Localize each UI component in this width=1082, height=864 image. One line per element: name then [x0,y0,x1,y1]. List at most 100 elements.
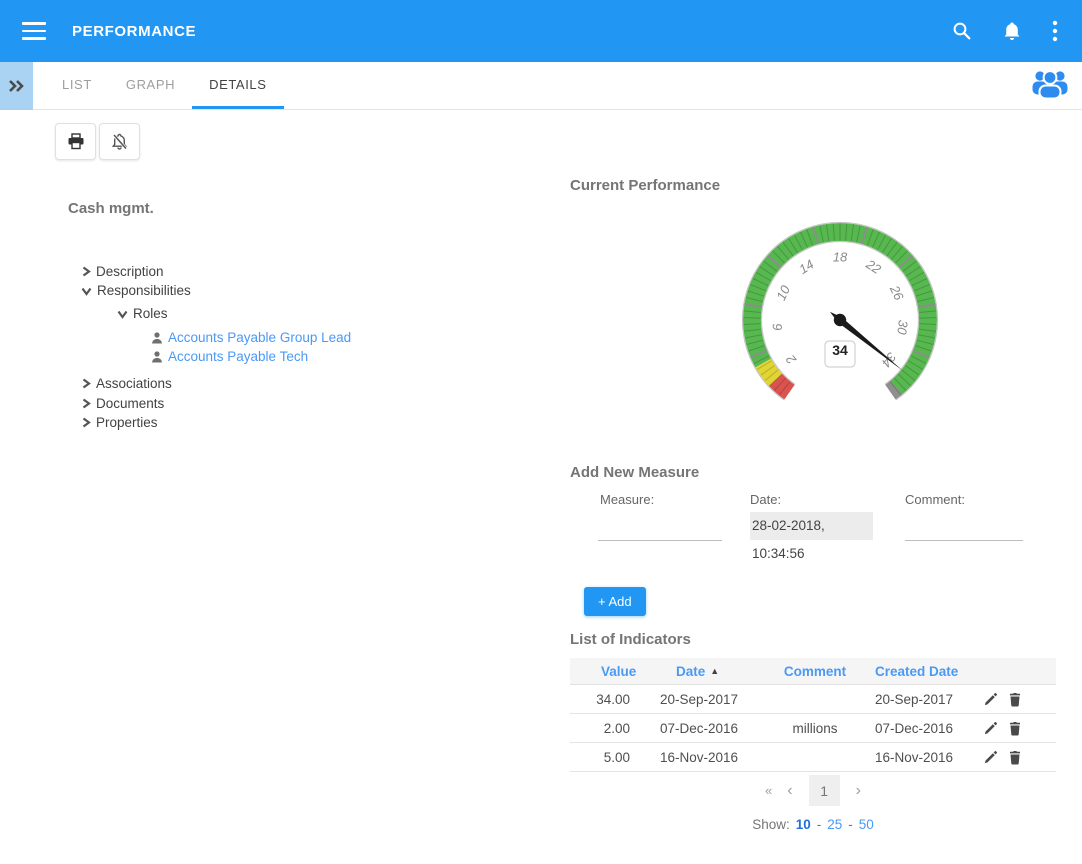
chevron-right-icon[interactable] [81,398,91,409]
edit-icon[interactable] [983,750,998,765]
group-users-button[interactable] [1030,68,1070,104]
performance-gauge: 261014182226303434 [712,206,968,428]
role-link[interactable]: Accounts Payable Tech [168,349,308,364]
print-button[interactable] [55,123,96,160]
page-number[interactable]: 1 [809,775,840,806]
tree-item-role-link[interactable]: Accounts Payable Group Lead [151,328,421,347]
svg-text:34: 34 [832,342,848,358]
table-header: Value Date ▲ Comment Created Date [570,658,1056,685]
page-size-selector: Show: 10 - 25 - 50 [570,817,1056,832]
comment-label: Comment: [905,492,965,507]
menu-icon[interactable] [22,22,46,40]
current-performance-title: Current Performance [570,177,720,194]
cell-value: 5.00 [570,750,650,765]
cell-created-date: 20-Sep-2017 [860,692,975,707]
page-size-25[interactable]: 25 [827,817,842,832]
tree-item-label[interactable]: Roles [133,306,168,321]
sort-asc-icon: ▲ [710,666,719,676]
chevron-right-icon[interactable] [81,378,91,389]
next-page-button[interactable]: › [856,775,861,806]
delete-icon[interactable] [1008,750,1022,765]
delete-icon[interactable] [1008,692,1022,707]
chevron-down-icon[interactable] [117,309,128,319]
tree-item-roles[interactable]: Roles [117,304,421,323]
add-button[interactable]: + Add [584,587,646,616]
add-new-measure-title: Add New Measure [570,464,699,481]
measure-label: Measure: [600,492,654,507]
performance-app: PERFORMANCE LIST GRAPH DETAI [0,0,1082,864]
tree-item-label[interactable]: Description [96,264,164,279]
cell-value: 2.00 [570,721,650,736]
separator: - [817,817,822,832]
tree-item-label[interactable]: Properties [96,415,158,430]
cell-comment: millions [770,721,860,736]
tab-details[interactable]: DETAILS [192,62,283,109]
date-input[interactable]: 28-02-2018, 10:34:56 [750,512,873,540]
table-row: 5.00 16-Nov-2016 16-Nov-2016 [570,743,1056,772]
delete-icon[interactable] [1008,721,1022,736]
column-header-value[interactable]: Value [570,664,650,679]
tree-item-role-link[interactable]: Accounts Payable Tech [151,347,421,366]
mute-notifications-button[interactable] [99,123,140,160]
list-of-indicators-title: List of Indicators [570,631,691,648]
object-title: Cash mgmt. [68,200,154,217]
details-tree: Description Responsibilities Roles Accou… [81,262,421,432]
chevron-right-icon[interactable] [81,266,91,277]
chevron-right-icon[interactable] [81,417,91,428]
comment-input[interactable] [905,516,1023,541]
double-chevron-right-icon [8,79,26,93]
tree-item-label[interactable]: Responsibilities [97,283,191,298]
tab-list[interactable]: LIST [45,62,109,109]
column-header-date[interactable]: Date ▲ [650,664,770,679]
cell-created-date: 07-Dec-2016 [860,721,975,736]
column-header-created-date[interactable]: Created Date [860,664,975,679]
search-icon[interactable] [952,21,972,41]
svg-text:22: 22 [863,256,885,277]
pagination: « ‹ 1 › [570,775,1056,806]
edit-icon[interactable] [983,692,998,707]
notifications-off-icon [111,133,128,150]
tree-item-description[interactable]: Description [81,262,421,281]
person-icon [151,332,163,344]
table-row: 2.00 07-Dec-2016 millions 07-Dec-2016 [570,714,1056,743]
cell-value: 34.00 [570,692,650,707]
page-size-50[interactable]: 50 [859,817,874,832]
tree-item-properties[interactable]: Properties [81,413,421,432]
tab-graph[interactable]: GRAPH [109,62,192,109]
svg-text:18: 18 [833,250,848,265]
cell-created-date: 16-Nov-2016 [860,750,975,765]
topbar: PERFORMANCE [0,0,1082,62]
person-icon [151,351,163,363]
notifications-icon[interactable] [1002,21,1022,42]
chevron-down-icon[interactable] [81,286,92,296]
page-size-10[interactable]: 10 [796,817,811,832]
edit-icon[interactable] [983,721,998,736]
show-label: Show: [752,817,790,832]
tree-item-label[interactable]: Documents [96,396,164,411]
cell-date: 07-Dec-2016 [650,721,770,736]
first-page-button[interactable]: « [765,775,771,806]
tree-item-documents[interactable]: Documents [81,394,421,413]
svg-text:26: 26 [886,282,907,303]
column-header-date-label: Date [676,664,705,679]
svg-text:30: 30 [894,319,911,336]
printer-icon [67,133,85,150]
tabbar: LIST GRAPH DETAILS [0,62,1082,110]
svg-text:2: 2 [782,352,799,368]
cell-date: 20-Sep-2017 [650,692,770,707]
svg-text:14: 14 [796,256,816,276]
expand-panel-button[interactable] [0,62,33,110]
column-header-comment[interactable]: Comment [770,664,860,679]
svg-text:10: 10 [773,282,793,302]
prev-page-button[interactable]: ‹ [787,775,792,806]
tree-item-responsibilities[interactable]: Responsibilities [81,281,421,300]
measure-input[interactable] [598,516,722,541]
tree-item-label[interactable]: Associations [96,376,172,391]
tree-item-associations[interactable]: Associations [81,374,421,393]
gauge-chart: 261014182226303434 [712,206,968,428]
table-row: 34.00 20-Sep-2017 20-Sep-2017 [570,685,1056,714]
kebab-menu-icon[interactable] [1052,20,1058,42]
separator: - [848,817,853,832]
indicators-table: Value Date ▲ Comment Created Date 34.00 … [570,658,1056,772]
role-link[interactable]: Accounts Payable Group Lead [168,330,351,345]
